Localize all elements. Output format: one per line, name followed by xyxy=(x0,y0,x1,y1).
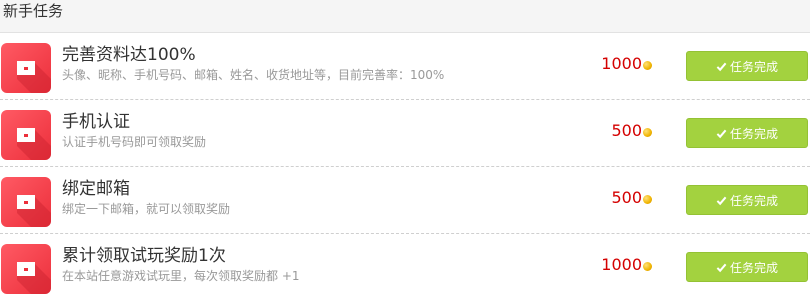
task-title: 完善资料达100% xyxy=(62,45,196,65)
task-complete-button[interactable]: 任务完成 xyxy=(686,51,808,81)
coin-icon xyxy=(643,262,652,271)
task-list: 完善资料达100% 头像、昵称、手机号码、邮箱、姓名、收货地址等，目前完善率：1… xyxy=(0,33,810,301)
task-complete-button[interactable]: 任务完成 xyxy=(686,118,808,148)
task-complete-button[interactable]: 任务完成 xyxy=(686,185,808,215)
gift-box-icon xyxy=(1,244,51,294)
task-description: 头像、昵称、手机号码、邮箱、姓名、收货地址等，目前完善率：100% xyxy=(62,68,445,82)
task-title: 绑定邮箱 xyxy=(62,179,130,199)
task-row: 累计领取试玩奖励1次 在本站任意游戏试玩里，每次领取奖励都 +1 1000 任务… xyxy=(0,234,810,301)
task-description: 绑定一下邮箱，就可以领取奖励 xyxy=(62,202,231,216)
reward-amount: 1000 xyxy=(601,255,642,274)
section-title: 新手任务 xyxy=(3,2,64,20)
coin-icon xyxy=(643,61,652,70)
reward-amount: 500 xyxy=(611,188,642,207)
check-icon xyxy=(716,196,727,205)
check-icon xyxy=(716,129,727,138)
check-icon xyxy=(716,263,727,272)
task-button-label: 任务完成 xyxy=(729,260,778,275)
coin-icon xyxy=(643,128,652,137)
check-icon xyxy=(716,62,727,71)
coin-icon xyxy=(643,195,652,204)
task-title: 累计领取试玩奖励1次 xyxy=(62,246,226,266)
task-button-label: 任务完成 xyxy=(729,59,778,74)
gift-box-icon xyxy=(1,110,51,160)
task-complete-button[interactable]: 任务完成 xyxy=(686,252,808,282)
gift-box-icon xyxy=(1,177,51,227)
reward-amount: 500 xyxy=(611,121,642,140)
gift-box-icon xyxy=(1,43,51,93)
task-row: 手机认证 认证手机号码即可领取奖励 500 任务完成 xyxy=(0,100,810,167)
task-button-label: 任务完成 xyxy=(729,193,778,208)
task-description: 认证手机号码即可领取奖励 xyxy=(62,135,207,149)
section-header: 新手任务 xyxy=(0,0,810,33)
task-title: 手机认证 xyxy=(62,112,130,132)
task-row: 绑定邮箱 绑定一下邮箱，就可以领取奖励 500 任务完成 xyxy=(0,167,810,234)
task-button-label: 任务完成 xyxy=(729,126,778,141)
task-description: 在本站任意游戏试玩里，每次领取奖励都 +1 xyxy=(62,269,300,283)
reward-amount: 1000 xyxy=(601,54,642,73)
task-row: 完善资料达100% 头像、昵称、手机号码、邮箱、姓名、收货地址等，目前完善率：1… xyxy=(0,33,810,100)
